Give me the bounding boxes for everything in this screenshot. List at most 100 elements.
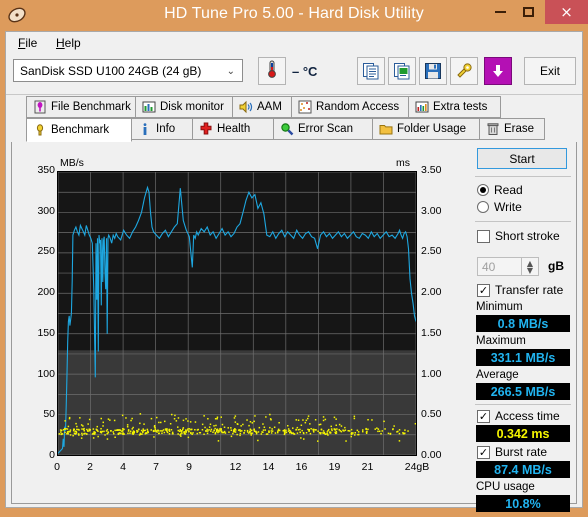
minimize-icon <box>494 11 506 13</box>
erase-icon <box>486 122 500 136</box>
tab-label: Health <box>217 123 251 135</box>
drive-select[interactable]: SanDisk SSD U100 24GB (24 gB) ⌄ <box>13 59 243 82</box>
minimize-button[interactable] <box>486 0 514 24</box>
x-tick: 24gB <box>404 461 430 473</box>
close-icon: × <box>560 2 573 21</box>
checkbox-burst-rate-control[interactable]: ✓ <box>477 445 490 459</box>
tab-info[interactable]: Info <box>131 118 193 140</box>
tab-label: Error Scan <box>298 123 353 135</box>
checkbox-short-stroke-control[interactable] <box>477 229 490 243</box>
tab-label: AAM <box>257 101 282 113</box>
y-tick: 50 <box>43 408 55 421</box>
y2-tick: 0.50 <box>421 408 442 421</box>
y-tick: 200 <box>37 286 55 299</box>
y2-tick: 2.00 <box>421 286 442 299</box>
radio-read[interactable]: Read <box>477 183 523 197</box>
minimum-value-box: 0.8 MB/s <box>476 315 570 332</box>
exit-button-label: Exit <box>539 64 560 78</box>
checkbox-transfer-rate[interactable]: ✓ Transfer rate <box>477 283 563 297</box>
checkbox-burst-rate[interactable]: ✓ Burst rate <box>477 445 547 459</box>
tab-label: Erase <box>504 123 535 135</box>
tab-aam[interactable]: AAM <box>232 96 292 118</box>
start-button[interactable]: Start <box>477 148 567 169</box>
radio-read-label: Read <box>494 183 523 197</box>
x-tick: 2 <box>87 461 93 473</box>
exit-button[interactable]: Exit <box>524 57 576 85</box>
copy-image-icon[interactable] <box>388 57 416 85</box>
tab-erase[interactable]: Erase <box>479 118 545 140</box>
tab-error-scan[interactable]: Error Scan <box>273 118 373 140</box>
plot-svg <box>58 172 416 455</box>
short-stroke-value: 40 <box>482 259 496 274</box>
x-tick: 0 <box>54 461 60 473</box>
menu-file[interactable]: File <box>12 35 43 51</box>
chevron-down-icon: ⌄ <box>226 66 235 77</box>
x-tick: 9 <box>186 461 192 473</box>
x-axis-ticks: 0 2 4 7 9 12 14 16 19 21 24gB <box>54 461 429 477</box>
tab-extra-tests[interactable]: Extra tests <box>408 96 501 118</box>
tab-folder-usage[interactable]: Folder Usage <box>372 118 480 140</box>
burst-rate-value-box: 87.4 MB/s <box>476 461 570 478</box>
application-window: HD Tune Pro 5.00 - Hard Disk Utility × F… <box>0 0 588 517</box>
tab-label: Extra tests <box>433 101 488 113</box>
short-stroke-stepper[interactable]: ▲ ▼ <box>521 257 539 276</box>
copy-text-icon[interactable] <box>357 57 385 85</box>
tab-row-secondary: File Benchmark Disk monitor AAM Random Acce… <box>6 96 582 119</box>
tab-label: Info <box>156 123 176 135</box>
minimum-value: 0.8 MB/s <box>497 316 549 331</box>
checkbox-burst-rate-label: Burst rate <box>495 445 548 459</box>
download-icon[interactable] <box>484 57 512 85</box>
tab-health[interactable]: Health <box>192 118 274 140</box>
checkbox-transfer-rate-label: Transfer rate <box>495 283 564 297</box>
checkbox-short-stroke[interactable]: Short stroke <box>477 229 560 243</box>
random-access-icon <box>298 100 312 114</box>
x-tick: 7 <box>153 461 159 473</box>
tab-label: Random Access <box>316 101 400 113</box>
client-area: File Help SanDisk SSD U100 24GB (24 gB) … <box>5 31 583 512</box>
access-time-value: 0.342 ms <box>496 426 550 441</box>
divider <box>475 221 571 222</box>
settings-icon[interactable] <box>450 57 478 85</box>
close-button[interactable]: × <box>545 0 588 24</box>
tab-random-access[interactable]: Random Access <box>291 96 409 118</box>
minimum-label: Minimum <box>476 301 523 313</box>
y-tick: 150 <box>37 326 55 339</box>
maximize-button[interactable] <box>514 0 542 24</box>
save-icon[interactable] <box>419 57 447 85</box>
cpu-usage-value-box: 10.8% <box>476 495 570 512</box>
tab-row-primary: Benchmark Info Health Error Scan Folder Usag… <box>6 118 582 142</box>
plot-area <box>57 171 417 456</box>
x-tick: 12 <box>229 461 242 473</box>
title-bar: HD Tune Pro 5.00 - Hard Disk Utility × <box>0 0 588 31</box>
tab-disk-monitor[interactable]: Disk monitor <box>135 96 233 118</box>
benchmark-chart: MB/s ms 0 50 100 150 200 250 300 350 0.00 0.50 1.… <box>15 145 470 499</box>
radio-write[interactable]: Write <box>477 200 522 214</box>
checkbox-access-time-control[interactable]: ✓ <box>477 409 490 423</box>
temperature-button[interactable] <box>258 57 286 85</box>
stepper-down-icon[interactable]: ▼ <box>527 266 533 274</box>
tab-file-benchmark[interactable]: File Benchmark <box>26 96 136 118</box>
thermometer-icon <box>264 59 280 84</box>
short-stroke-unit: gB <box>548 259 564 273</box>
radio-write-control[interactable] <box>477 201 489 213</box>
radio-read-control[interactable] <box>477 184 489 196</box>
benchmark-icon <box>33 123 47 137</box>
checkbox-short-stroke-label: Short stroke <box>495 229 560 243</box>
y-tick: 100 <box>37 367 55 380</box>
menu-help-rest: elp <box>64 36 81 50</box>
menu-help[interactable]: Help <box>50 35 87 51</box>
tab-label: Benchmark <box>51 124 110 136</box>
checkbox-transfer-rate-control[interactable]: ✓ <box>477 283 490 297</box>
maximize-icon <box>522 7 534 17</box>
divider <box>475 176 571 177</box>
tab-benchmark[interactable]: Benchmark <box>26 118 132 142</box>
info-icon <box>138 122 152 136</box>
y2-tick: 2.50 <box>421 245 442 258</box>
menu-file-rest: ile <box>25 36 38 50</box>
x-tick: 16 <box>295 461 308 473</box>
checkbox-access-time[interactable]: ✓ Access time <box>477 409 560 423</box>
y-tick: 0 <box>49 449 55 461</box>
health-icon <box>199 122 213 136</box>
menu-help-accel: H <box>56 36 65 50</box>
radio-write-label: Write <box>494 200 522 214</box>
